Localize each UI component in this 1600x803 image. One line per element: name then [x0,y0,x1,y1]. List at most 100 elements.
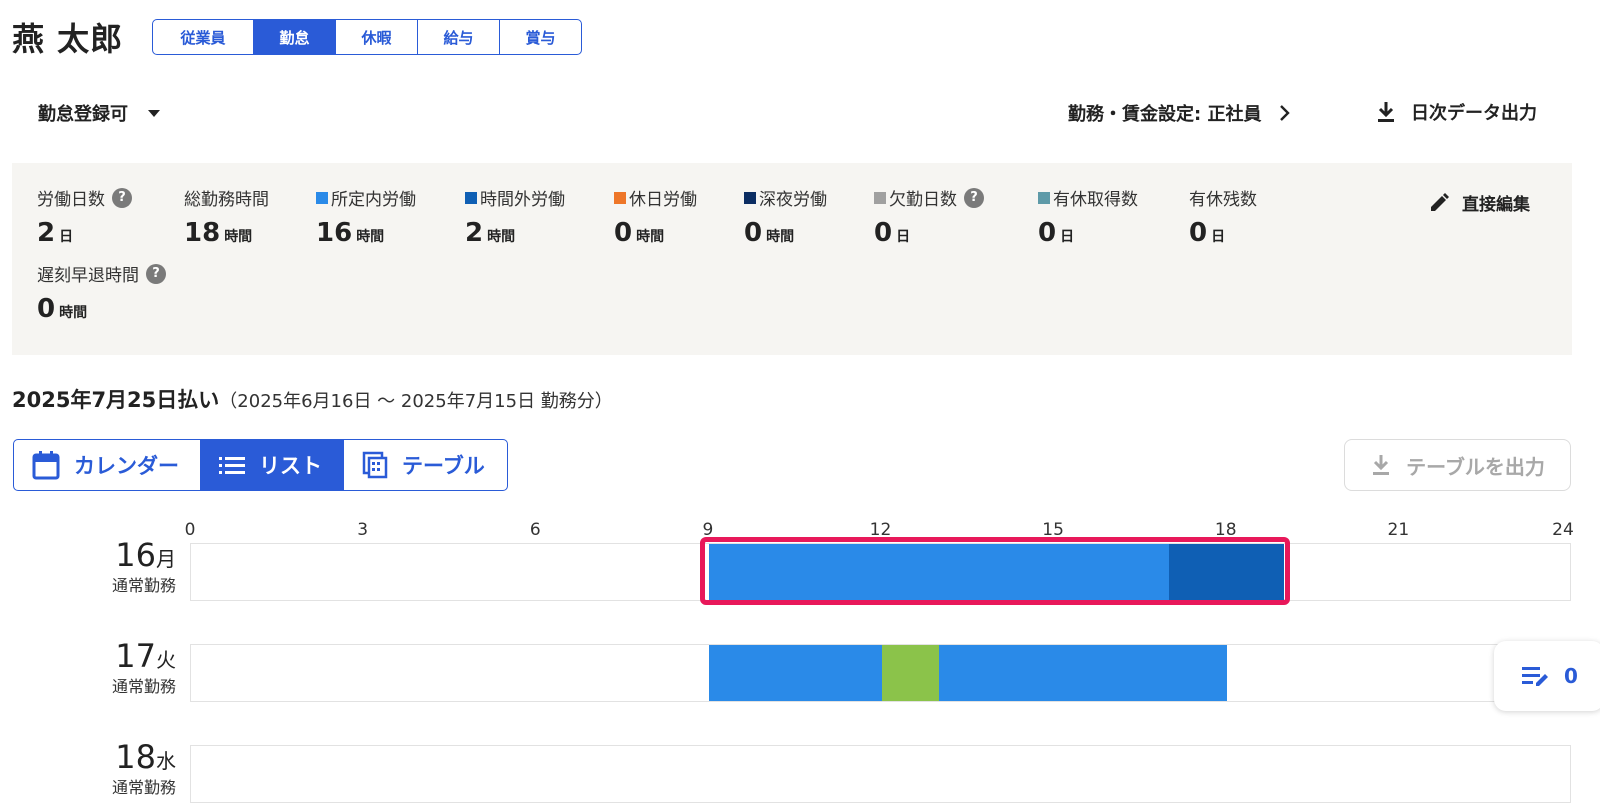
export-daily-label: 日次データ出力 [1411,103,1537,124]
stat-value: 2 [465,218,484,248]
stat-label: 所定内労働 [331,190,416,210]
stat-label: 欠勤日数 [889,190,957,210]
stat-value: 2 [37,218,56,248]
stat-value: 0 [37,294,56,324]
view-table-button[interactable]: テーブル [343,440,507,490]
day-work-type: 通常勤務 [111,778,176,797]
stat-working-days: 労働日数? 2日 [37,185,132,248]
edit-notes-icon [1522,667,1548,686]
segment-regular[interactable] [708,645,882,701]
stat-unit: 時間 [636,229,665,245]
hour-tick-21: 21 [1387,520,1410,540]
help-icon[interactable]: ? [964,187,984,208]
tab-leave[interactable]: 休暇 [335,20,417,54]
stat-label: 深夜労働 [759,190,827,210]
hour-tick-6: 6 [529,520,541,540]
export-daily-data-button[interactable]: 日次データ出力 [1375,99,1537,125]
day-work-type: 通常勤務 [111,677,176,696]
legend-swatch [316,191,328,204]
stat-unit: 日 [59,229,74,245]
stat-label: 有休取得数 [1053,190,1138,210]
day-weekday: 火 [156,648,176,672]
notes-button[interactable]: 0 [1494,641,1600,711]
stat-value: 16 [316,218,353,248]
stat-unit: 時間 [487,229,516,245]
section-tabs: 従業員 勤怠 休暇 給与 賞与 [152,19,582,55]
attendance-summary-panel: 労働日数? 2日 総勤務時間 18 時間 所定内労働 16 時間 時間外労働 2 時間… [12,163,1572,355]
stat-label: 遅刻早退時間 [37,266,139,286]
calendar-icon [32,451,60,480]
view-calendar-label: カレンダー [74,454,179,478]
wage-setting-link[interactable]: 勤務・賃金設定: 正社員 [1068,100,1291,126]
tab-bonus[interactable]: 賞与 [499,20,581,54]
view-calendar-button[interactable]: カレンダー [14,440,200,490]
help-icon[interactable]: ? [146,263,166,284]
stat-unit: 時間 [356,229,385,245]
tab-attendance[interactable]: 勤怠 [253,20,335,54]
legend-swatch [744,191,756,204]
stat-overtime-hours: 時間外労働 2 時間 [465,185,565,248]
hour-tick-24: 24 [1552,520,1574,540]
stat-value: 0 [614,218,633,248]
segment-break[interactable] [881,645,940,701]
hour-tick-0: 0 [184,520,196,540]
stat-value: 0 [874,218,893,248]
stat-value: 18 [184,218,221,248]
day-date: 18 [115,738,156,776]
timeline-row-18[interactable] [190,745,1571,803]
stat-holiday-work: 休日労働 0 時間 [614,185,697,248]
timeline-row-17[interactable] [190,644,1571,702]
list-icon [219,457,245,474]
download-icon [1378,102,1394,122]
employee-name: 燕 太郎 [12,20,124,58]
pay-period-range: （2025年6月16日 ～ 2025年7月15日 勤務分） [219,391,613,412]
day-label-16: 16月 通常勤務 [0,536,176,596]
tab-salary[interactable]: 給与 [417,20,499,54]
stat-unit: 日 [1060,229,1075,245]
legend-swatch [465,191,477,204]
day-label-18: 18水 通常勤務 [0,738,176,798]
legend-swatch [874,191,886,204]
export-table-button[interactable]: テーブルを出力 [1344,439,1571,491]
caret-down-icon [148,109,160,117]
stat-value: 0 [1038,218,1057,248]
stat-label: 有休残数 [1189,190,1257,210]
wage-setting-label: 勤務・賃金設定: 正社員 [1068,104,1262,125]
stat-unit: 時間 [224,229,253,245]
download-icon [1373,455,1390,475]
direct-edit-button[interactable]: 直接編集 [1428,190,1530,215]
help-icon[interactable]: ? [112,187,132,208]
attendance-status-label: 勤怠登録可 [38,104,128,125]
hour-tick-3: 3 [357,520,369,540]
pay-date: 2025年7月25日払い [12,388,220,412]
stat-night-work: 深夜労働 0 時間 [744,185,827,248]
stat-label: 労働日数 [37,190,105,210]
pencil-icon [1431,192,1449,211]
direct-edit-label: 直接編集 [1462,195,1530,215]
legend-swatch [614,191,626,204]
segment-regular[interactable] [939,645,1227,701]
selected-day-highlight [699,537,1291,605]
day-label-17: 17火 通常勤務 [0,637,176,697]
stat-paid-leave-remaining: 有休残数 0日 [1189,185,1257,248]
view-list-button[interactable]: リスト [200,440,343,490]
attendance-status-dropdown[interactable]: 勤怠登録可 [38,100,160,126]
stat-regular-hours: 所定内労働 16 時間 [316,185,416,248]
legend-swatch [1038,191,1050,204]
day-weekday: 水 [156,749,176,773]
stat-label: 総勤務時間 [184,190,269,210]
stat-late-early-hours: 遅刻早退時間? 0 時間 [37,261,166,324]
stat-value: 0 [744,218,763,248]
stat-label: 休日労働 [629,190,697,210]
day-date: 16 [115,536,156,574]
chevron-right-icon [1280,105,1291,121]
day-date: 17 [115,637,156,675]
view-table-label: テーブル [402,454,485,478]
tab-employee[interactable]: 従業員 [153,20,253,54]
stat-unit: 日 [1211,229,1226,245]
notes-count: 0 [1564,664,1578,688]
stat-unit: 日 [896,229,911,245]
stat-unit: 時間 [766,229,795,245]
day-weekday: 月 [156,547,176,571]
stat-label: 時間外労働 [480,190,565,210]
